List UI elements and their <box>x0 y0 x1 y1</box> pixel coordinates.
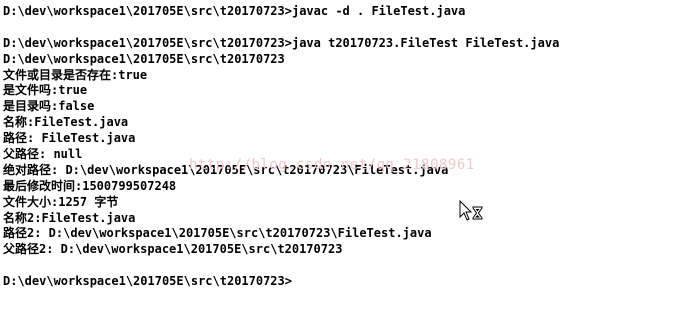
console-line: 父路径2: D:\dev\workspace1\201705E\src\t201… <box>3 242 343 257</box>
console-line: 文件或目录是否存在:true <box>3 67 148 82</box>
busy-cursor-icon <box>459 200 483 221</box>
console-line: D:\dev\workspace1\201705E\src\t20170723>… <box>3 4 466 18</box>
console-line: 是目录吗:false <box>3 99 95 114</box>
console-line: 是文件吗:true <box>3 83 88 98</box>
console-line: D:\dev\workspace1\201705E\src\t20170723 <box>3 51 285 66</box>
console-line: D:\dev\workspace1\201705E\src\t20170723>… <box>3 35 560 50</box>
console-line: 路径2: D:\dev\workspace1\201705E\src\t2017… <box>3 226 432 241</box>
console-line: 名称:FileTest.java <box>3 115 129 130</box>
watermark: http://blog.csdn.net/qq_21808961 <box>189 157 475 173</box>
console-line: 最后修改时间:1500799507248 <box>3 178 177 193</box>
console-line: 路径: FileTest.java <box>3 131 136 146</box>
console-line: 名称2:FileTest.java <box>3 210 136 225</box>
console-prompt[interactable]: D:\dev\workspace1\201705E\src\t20170723> <box>3 274 683 290</box>
console-window[interactable]: D:\dev\workspace1\201705E\src\t20170723>… <box>0 0 683 314</box>
console-line: 文件大小:1257 字节 <box>3 194 119 209</box>
